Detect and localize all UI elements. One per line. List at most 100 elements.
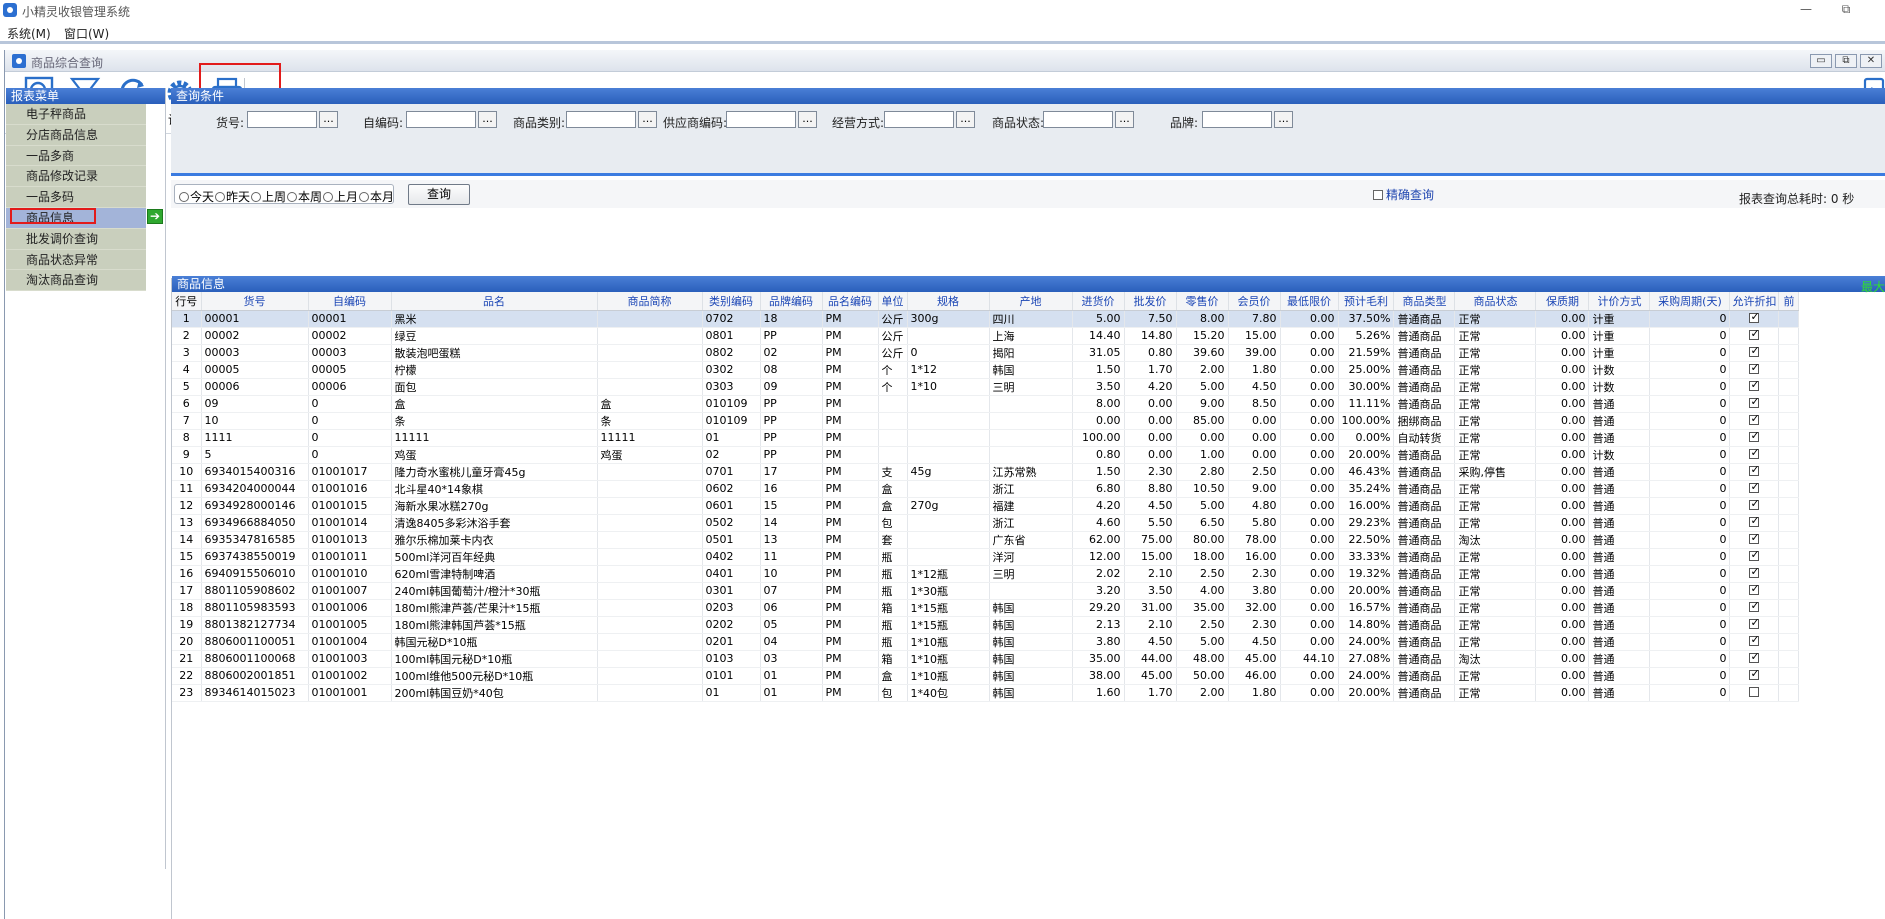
child-close-button[interactable]: ✕ [1860, 54, 1882, 68]
allow-discount-checkbox[interactable] [1729, 344, 1780, 362]
column-header[interactable]: 采购周期(天) [1649, 292, 1731, 311]
allow-discount-checkbox[interactable] [1729, 599, 1780, 617]
allow-discount-checkbox[interactable] [1729, 395, 1780, 413]
table-row[interactable]: 6 09 0 盒盒 010109 PP PM 8.00 0.00 9.00 8.50 0.00 11.1… [172, 395, 1800, 413]
table-row[interactable]: 15 6937438550019 01001011 500ml洋河百年经典 0402 11… [172, 548, 1800, 566]
menu-item-wholesale-price[interactable]: 批发调价查询 [6, 228, 146, 250]
allow-discount-checkbox[interactable] [1729, 548, 1780, 566]
menu-system[interactable]: 系统(M) [7, 25, 51, 42]
allow-discount-checkbox[interactable] [1729, 429, 1780, 447]
business-mode-browse-button[interactable]: ... [956, 111, 975, 128]
allow-discount-checkbox[interactable] [1729, 497, 1780, 515]
column-header[interactable]: 类别编码 [702, 292, 761, 311]
brand-input[interactable] [1202, 111, 1272, 128]
item-no-input[interactable] [247, 111, 317, 128]
column-header[interactable]: 进货价 [1072, 292, 1125, 311]
category-input[interactable] [566, 111, 636, 128]
allow-discount-checkbox[interactable] [1729, 446, 1780, 464]
table-row[interactable]: 14 6935347816585 01001013 雅尔乐棉加莱卡内衣 0501 13 PM… [172, 531, 1800, 549]
table-row[interactable]: 16 6940915506010 01001010 620ml雪津特制啤酒 0401 10… [172, 565, 1800, 583]
arrow-right-icon[interactable]: ➔ [147, 209, 163, 224]
column-header[interactable]: 商品类型 [1393, 292, 1456, 311]
table-row[interactable]: 4 00005 00005 柠檬 0302 08 PM 个 1*12 韩国 1.50 1.70 2.00… [172, 361, 1800, 379]
child-restore-button[interactable]: ⧉ [1835, 54, 1857, 68]
column-header[interactable]: 商品简称 [597, 292, 703, 311]
column-header[interactable]: 行号 [172, 292, 202, 311]
allow-discount-checkbox[interactable] [1729, 633, 1780, 651]
column-header[interactable]: 最低限价 [1280, 292, 1339, 311]
column-header[interactable]: 保质期 [1535, 292, 1590, 311]
radio-today[interactable]: 今天 [179, 188, 214, 205]
self-code-input[interactable] [406, 111, 476, 128]
allow-discount-checkbox[interactable] [1729, 463, 1780, 481]
self-code-browse-button[interactable]: ... [478, 111, 497, 128]
allow-discount-checkbox[interactable] [1729, 361, 1780, 379]
table-row[interactable]: 21 8806001100068 01001003 100ml韩国元秘D*10瓶 010… [172, 650, 1800, 668]
restore-button[interactable]: ⧉ [1836, 2, 1856, 20]
column-header[interactable]: 前 [1778, 292, 1800, 311]
menu-item-multi-code[interactable]: 一品多码 [6, 187, 146, 208]
allow-discount-checkbox[interactable] [1729, 582, 1780, 600]
table-row[interactable]: 13 6934966884050 01001014 清逸8405多彩沐浴手套 0502 1… [172, 514, 1800, 532]
column-header[interactable]: 零售价 [1176, 292, 1229, 311]
category-browse-button[interactable]: ... [638, 111, 657, 128]
minimize-button[interactable]: — [1796, 2, 1816, 20]
column-header[interactable]: 批发价 [1124, 292, 1177, 311]
table-row[interactable]: 3 00003 00003 散装泡吧蛋糕 0802 02 PM 公斤 0 揭阳 31.05 0.80 3… [172, 344, 1800, 362]
column-header[interactable]: 产地 [989, 292, 1073, 311]
allow-discount-checkbox[interactable] [1729, 514, 1780, 532]
allow-discount-checkbox[interactable] [1729, 480, 1780, 498]
table-row[interactable]: 12 6934928000146 01001015 海新水果冰糕270g 0601 15 P… [172, 497, 1800, 515]
allow-discount-checkbox[interactable] [1729, 310, 1780, 328]
allow-discount-checkbox[interactable] [1729, 531, 1780, 549]
menu-item-branch-goods[interactable]: 分店商品信息 [6, 124, 146, 146]
column-header[interactable]: 品名编码 [822, 292, 879, 311]
menu-item-modify-records[interactable]: 商品修改记录 [6, 166, 146, 188]
table-row[interactable]: 1 00001 00001 黑米 0702 18 PM 公斤 300g 四川 5.00 7.50 8.0… [172, 310, 1800, 328]
menu-item-scale-goods[interactable]: 电子秤商品 [6, 104, 146, 125]
radio-this-week[interactable]: 本周 [287, 188, 322, 205]
allow-discount-checkbox[interactable] [1729, 565, 1780, 583]
column-header[interactable]: 单位 [878, 292, 908, 311]
column-header[interactable]: 计价方式 [1588, 292, 1651, 311]
table-row[interactable]: 20 8806001100051 01001004 韩国元秘D*10瓶 0201 04 PM… [172, 633, 1800, 651]
radio-yesterday[interactable]: 昨天 [215, 188, 250, 205]
brand-browse-button[interactable]: ... [1274, 111, 1293, 128]
table-row[interactable]: 11 6934204000044 01001016 北斗星40*14象棋 0602 16 P… [172, 480, 1800, 498]
column-header[interactable]: 会员价 [1228, 292, 1281, 311]
allow-discount-checkbox[interactable] [1729, 378, 1780, 396]
radio-this-month[interactable]: 本月 [359, 188, 394, 205]
child-minimize-button[interactable]: ▭ [1810, 54, 1832, 68]
allow-discount-checkbox[interactable] [1729, 327, 1780, 345]
column-header[interactable]: 规格 [907, 292, 990, 311]
exact-query-checkbox[interactable]: 精确查询 [1373, 186, 1434, 203]
table-row[interactable]: 23 8934614015023 01001001 200ml韩国豆奶*40包 01 01… [172, 684, 1800, 702]
table-row[interactable]: 17 8801105908602 01001007 240ml韩国葡萄汁/橙汁*30瓶… [172, 582, 1800, 600]
supplier-code-browse-button[interactable]: ... [798, 111, 817, 128]
supplier-code-input[interactable] [726, 111, 796, 128]
menu-window[interactable]: 窗口(W) [64, 25, 109, 42]
product-status-input[interactable] [1043, 111, 1113, 128]
table-row[interactable]: 9 5 0 鸡蛋 鸡蛋 02 PP PM 0.80 0.00 1.00 0.00 0.00 20.00% 普… [172, 446, 1800, 464]
menu-item-status-abnormal[interactable]: 商品状态异常 [6, 249, 146, 271]
radio-last-month[interactable]: 上月 [323, 188, 358, 205]
table-row[interactable]: 2 00002 00002 绿豆 0801 PP PM 公斤 上海 14.40 14.80 15.20… [172, 327, 1800, 345]
column-header[interactable]: 预计毛利 [1338, 292, 1395, 311]
table-row[interactable]: 22 8806002001851 01001002 100ml维他500元秘D*10瓶… [172, 667, 1800, 685]
column-header[interactable]: 货号 [201, 292, 309, 311]
allow-discount-checkbox[interactable] [1729, 650, 1780, 668]
allow-discount-checkbox[interactable] [1729, 684, 1780, 702]
run-query-button[interactable]: 查询 [408, 184, 470, 205]
column-header[interactable]: 商品状态 [1454, 292, 1537, 311]
allow-discount-checkbox[interactable] [1729, 667, 1780, 685]
column-header[interactable]: 自编码 [308, 292, 392, 311]
business-mode-input[interactable] [884, 111, 954, 128]
maximize-link[interactable]: 最大 [1861, 278, 1885, 295]
item-no-browse-button[interactable]: ... [319, 111, 338, 128]
table-row[interactable]: 10 6934015400316 01001017 隆力奇水蜜桃儿童牙膏45g 0701… [172, 463, 1800, 481]
menu-item-obsolete-goods[interactable]: 淘汰商品查询 [6, 270, 146, 292]
radio-last-week[interactable]: 上周 [251, 188, 286, 205]
menu-item-multi-supplier[interactable]: 一品多商 [6, 145, 146, 167]
column-header[interactable]: 品牌编码 [760, 292, 823, 311]
table-row[interactable]: 18 8801105983593 01001006 180ml熊津芦荟/芒果汁*15瓶… [172, 599, 1800, 617]
